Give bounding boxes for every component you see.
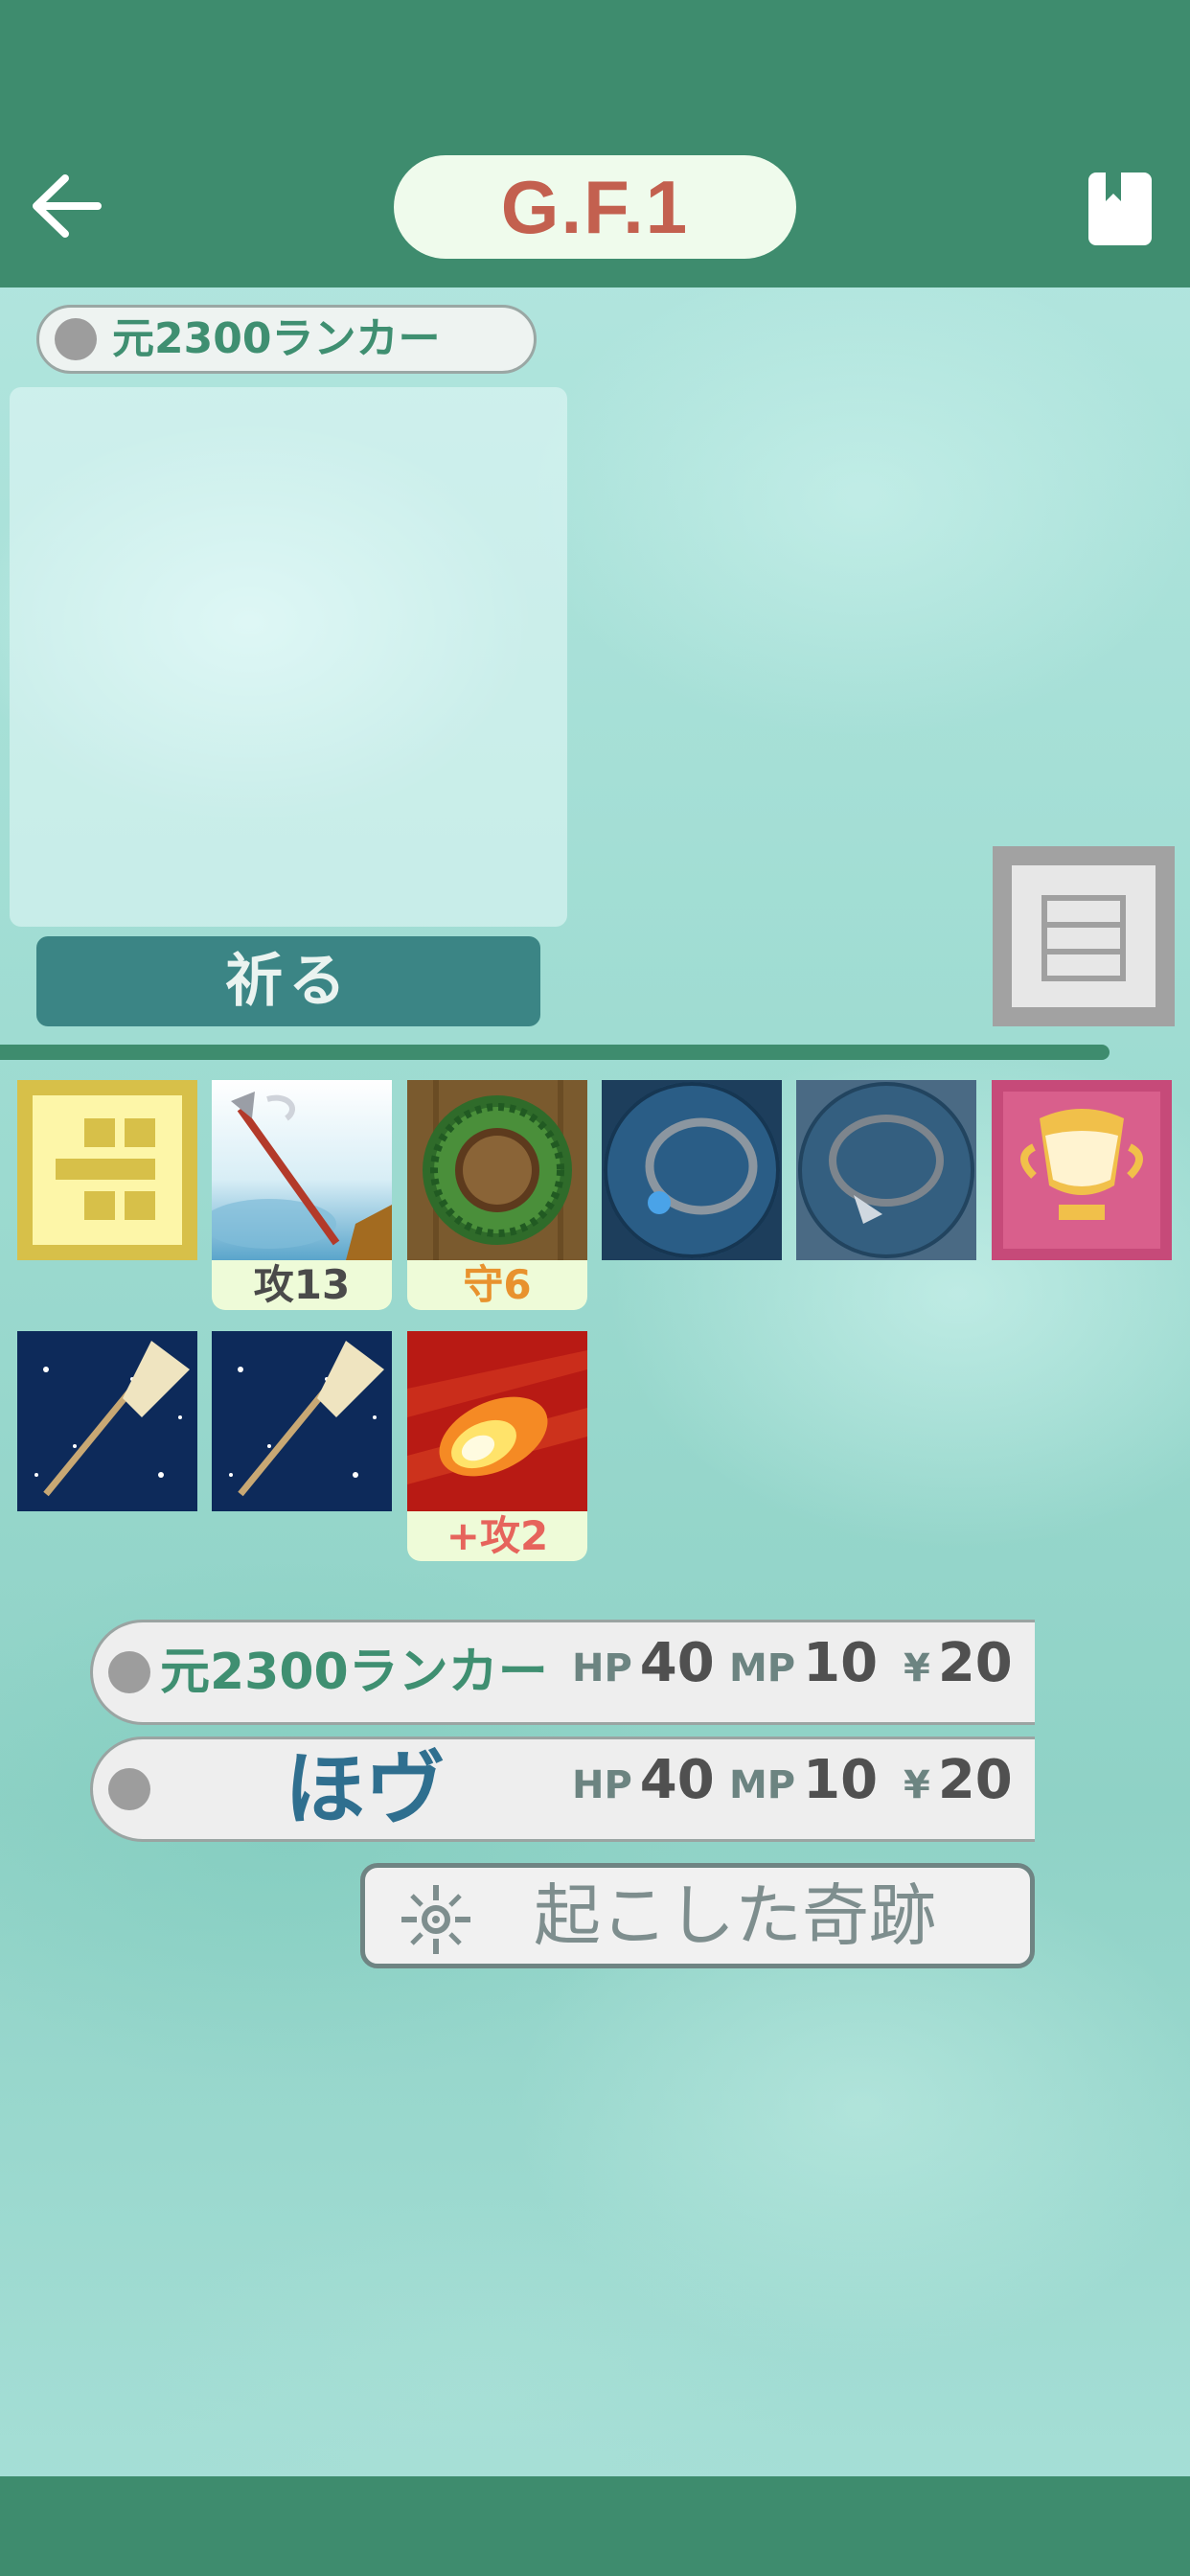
status-dot [108,1768,150,1810]
document-icon [1041,895,1126,981]
item-winged-ring[interactable] [796,1080,976,1260]
status-dot [55,318,97,360]
yen-stat: ¥20 [904,1632,1013,1694]
status-dot [108,1651,150,1693]
footer-bar [0,2476,1190,2576]
row-player-name: ほヴ [285,1742,446,1836]
defense-value-label: 守6 [407,1260,587,1310]
header-bar: G.F.1 [0,0,1190,288]
mp-stat: MP 10 [729,1749,879,1811]
back-button[interactable] [29,172,105,240]
gold-rune-icon [17,1080,197,1260]
character-name: 元2300ランカー [112,314,441,363]
status-row: ほヴ HP 40 MP 10 ¥20 [90,1736,1035,1842]
page-title: G.F.1 [394,155,796,259]
item-gold-rune[interactable] [17,1080,197,1260]
sparkle-icon [401,1885,470,1954]
wreath-shield-icon [407,1080,587,1260]
status-row: 元2300ランカー HP 40 MP 10 ¥20 [90,1620,1035,1725]
bookmark-icon [1088,172,1152,245]
magic-broom-icon [17,1331,197,1511]
miracles-button[interactable]: 起こした奇跡 [360,1863,1035,1968]
item-golden-goblet[interactable] [992,1080,1172,1260]
bonus-attack-label: +攻2 [407,1511,587,1561]
magic-broom-icon [212,1331,392,1511]
arrow-left-icon [33,174,102,238]
miracles-label: 起こした奇跡 [534,1876,936,1955]
item-wreath-shield[interactable] [407,1080,587,1260]
row-player-name: 元2300ランカー [160,1644,548,1701]
spear-icon [212,1080,392,1260]
item-spear[interactable] [212,1080,392,1260]
attack-value-label: 攻13 [212,1260,392,1310]
section-divider [0,1045,1110,1060]
item-ring[interactable] [602,1080,782,1260]
item-magic-broom[interactable] [17,1331,197,1511]
portrait-panel [10,387,567,927]
hp-stat: HP 40 [572,1632,715,1694]
golden-goblet-icon [992,1080,1172,1260]
bookmark-button[interactable] [1088,172,1152,245]
document-button[interactable] [993,846,1175,1026]
item-magic-broom[interactable] [212,1331,392,1511]
ring-icon [602,1080,782,1260]
mp-stat: MP 10 [729,1632,879,1694]
yen-stat: ¥20 [904,1749,1013,1811]
pray-button[interactable]: 祈る [36,936,540,1026]
hp-stat: HP 40 [572,1749,715,1811]
winged-ring-icon [796,1080,976,1260]
item-fireball[interactable] [407,1331,587,1511]
fireball-icon [407,1331,587,1511]
character-name-tag: 元2300ランカー [36,305,537,374]
